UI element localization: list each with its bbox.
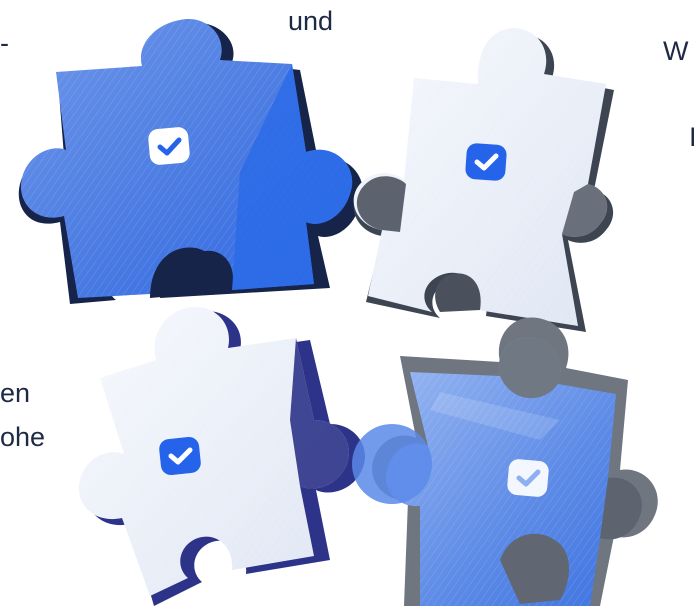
puzzle-piece-bottom-right <box>352 317 658 606</box>
puzzle-piece-top-right <box>353 28 614 332</box>
check-badge-icon <box>507 459 549 497</box>
puzzle-illustration: und - W I en ohe <box>0 0 700 610</box>
puzzle-piece-bottom-left <box>78 306 366 606</box>
check-badge-icon <box>159 436 201 476</box>
puzzle-pieces-graphic <box>18 19 658 606</box>
puzzle-piece-top-left <box>18 19 363 304</box>
check-badge-icon <box>465 143 507 181</box>
check-badge-icon <box>148 127 190 165</box>
